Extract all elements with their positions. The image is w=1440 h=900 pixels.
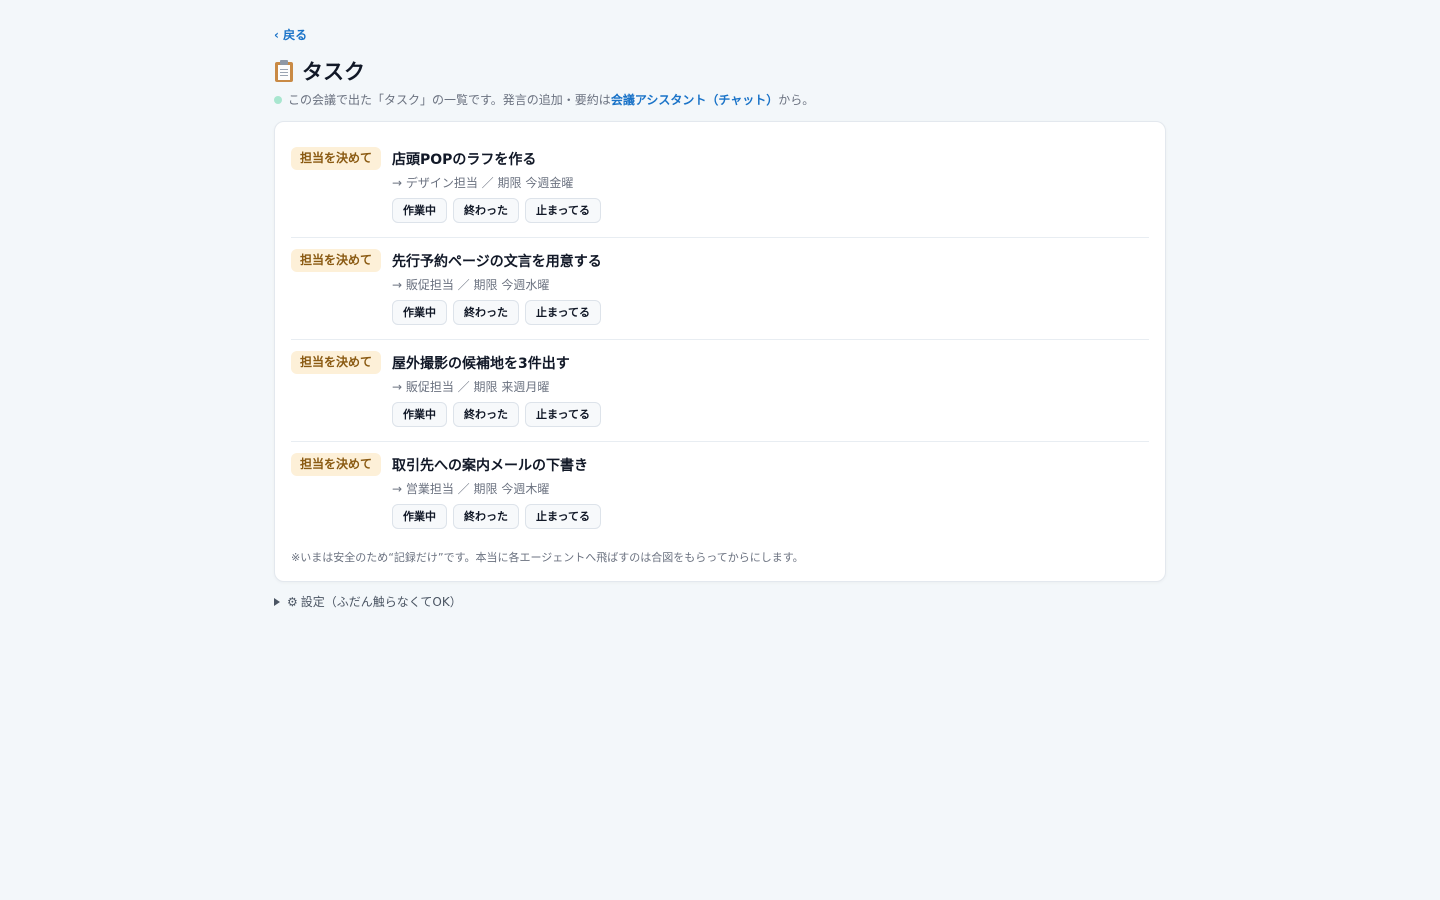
status-in-progress-button[interactable]: 作業中 bbox=[392, 198, 447, 223]
status-blocked-button[interactable]: 止まってる bbox=[525, 198, 602, 223]
clipboard-icon bbox=[274, 59, 294, 83]
assign-owner-badge[interactable]: 担当を決めて bbox=[291, 351, 382, 374]
status-button-group: 作業中 終わった 止まってる bbox=[392, 300, 602, 325]
task-title: 屋外撮影の候補地を3件出す bbox=[392, 356, 570, 372]
status-in-progress-button[interactable]: 作業中 bbox=[392, 300, 447, 325]
task-meta: → 販促担当 ／ 期限 今週水曜 bbox=[392, 278, 550, 292]
status-blocked-button[interactable]: 止まってる bbox=[525, 402, 602, 427]
assign-owner-badge[interactable]: 担当を決めて bbox=[291, 147, 382, 170]
back-link[interactable]: ‹ 戻る bbox=[274, 26, 307, 43]
page-subtitle: この会議で出た「タスク」の一覧です。発言の追加・要約は 会議アシスタント（チャッ… bbox=[274, 91, 814, 108]
status-in-progress-button[interactable]: 作業中 bbox=[392, 402, 447, 427]
status-done-button[interactable]: 終わった bbox=[453, 402, 519, 427]
gear-icon: ⚙ bbox=[287, 594, 298, 609]
settings-label: 設定（ふだん触らなくてOK） bbox=[300, 595, 462, 609]
status-done-button[interactable]: 終わった bbox=[453, 504, 519, 529]
task-item: 担当を決めて 店頭POPのラフを作る → デザイン担当 ／ 期限 今週金曜 作業… bbox=[291, 122, 1149, 224]
settings-disclosure[interactable]: ⚙ 設定（ふだん触らなくてOK） bbox=[274, 593, 462, 610]
status-done-button[interactable]: 終わった bbox=[453, 198, 519, 223]
task-title: 取引先への案内メールの下書き bbox=[392, 458, 588, 474]
task-item: 担当を決めて 先行予約ページの文言を用意する → 販促担当 ／ 期限 今週水曜 … bbox=[291, 224, 1149, 326]
subtitle-prefix: この会議で出た「タスク」の一覧です。発言の追加・要約は bbox=[288, 93, 611, 107]
page-title-text: タスク bbox=[302, 60, 365, 84]
disclosure-triangle-icon bbox=[274, 597, 280, 606]
task-list-card: 担当を決めて 店頭POPのラフを作る → デザイン担当 ／ 期限 今週金曜 作業… bbox=[274, 121, 1166, 582]
status-button-group: 作業中 終わった 止まってる bbox=[392, 402, 602, 427]
subtitle-suffix: から。 bbox=[778, 93, 815, 107]
safety-footnote: ※いまは安全のため“記録だけ”です。本当に各エージェントへ飛ばすのは合図をもらっ… bbox=[291, 551, 804, 564]
task-item: 担当を決めて 取引先への案内メールの下書き → 営業担当 ／ 期限 今週木曜 作… bbox=[291, 428, 1149, 530]
status-button-group: 作業中 終わった 止まってる bbox=[392, 504, 602, 529]
status-blocked-button[interactable]: 止まってる bbox=[525, 300, 602, 325]
task-meta: → デザイン担当 ／ 期限 今週金曜 bbox=[392, 176, 574, 190]
status-dot-icon bbox=[274, 95, 282, 104]
task-meta: → 営業担当 ／ 期限 今週木曜 bbox=[392, 482, 550, 496]
task-title: 先行予約ページの文言を用意する bbox=[392, 254, 602, 270]
status-blocked-button[interactable]: 止まってる bbox=[525, 504, 602, 529]
task-meta: → 販促担当 ／ 期限 来週月曜 bbox=[392, 380, 550, 394]
status-done-button[interactable]: 終わった bbox=[453, 300, 519, 325]
status-in-progress-button[interactable]: 作業中 bbox=[392, 504, 447, 529]
assign-owner-badge[interactable]: 担当を決めて bbox=[291, 453, 382, 476]
page-title: タスク bbox=[274, 56, 365, 86]
assign-owner-badge[interactable]: 担当を決めて bbox=[291, 249, 382, 272]
assistant-chat-link[interactable]: 会議アシスタント（チャット） bbox=[611, 91, 778, 108]
task-item: 担当を決めて 屋外撮影の候補地を3件出す → 販促担当 ／ 期限 来週月曜 作業… bbox=[291, 326, 1149, 428]
status-button-group: 作業中 終わった 止まってる bbox=[392, 198, 602, 223]
task-title: 店頭POPのラフを作る bbox=[392, 152, 537, 168]
